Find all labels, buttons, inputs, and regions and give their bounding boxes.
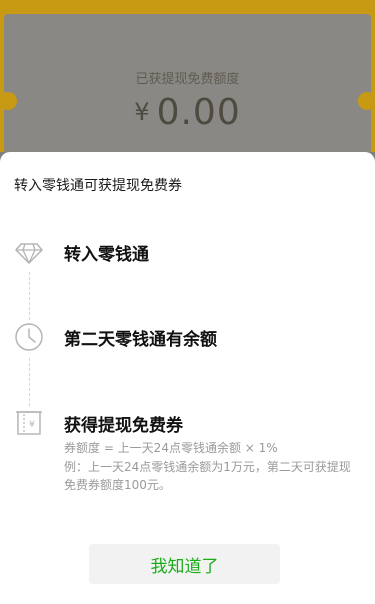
step-connector xyxy=(29,272,30,320)
currency-symbol: ¥ xyxy=(134,98,151,126)
info-bottom-sheet: 转入零钱通可获提现免费券 转入零钱通 第二天零钱通有余额 ¥ 获得提现免费券 券… xyxy=(0,152,375,604)
free-quota-amount: ¥0.00 xyxy=(0,92,375,133)
coupon-icon: ¥ xyxy=(14,408,44,438)
diamond-icon xyxy=(14,236,44,266)
coupon-formula: 券额度 = 上一天24点零钱通余额 × 1% xyxy=(64,441,278,455)
step-title-transfer: 转入零钱通 xyxy=(64,245,149,265)
step-title-balance: 第二天零钱通有余额 xyxy=(64,330,217,350)
sheet-title: 转入零钱通可获提现免费券 xyxy=(14,178,182,194)
free-quota-label: 已获提现免费额度 xyxy=(135,72,240,87)
got-it-button[interactable]: 我知道了 xyxy=(89,544,280,584)
step-connector xyxy=(29,358,30,406)
step-title-coupon: 获得提现免费券 xyxy=(64,416,183,436)
coupon-example: 例：上一天24点零钱通余额为1万元，第二天可获提现免费券额度100元。 xyxy=(64,460,351,492)
amount-value: 0.00 xyxy=(156,92,241,133)
clock-icon xyxy=(14,322,44,352)
svg-text:¥: ¥ xyxy=(29,420,35,430)
